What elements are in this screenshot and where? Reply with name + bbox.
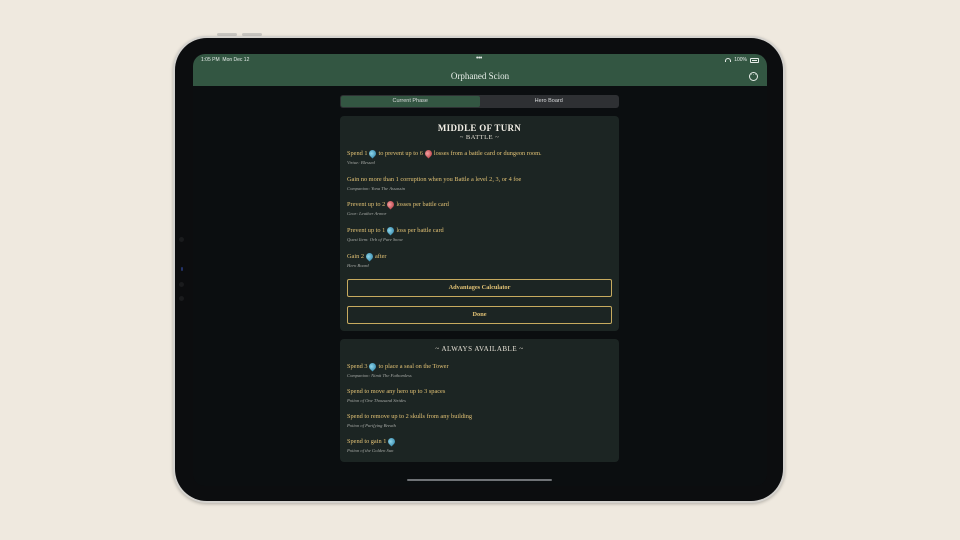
advantage-item[interactable]: Gain no more than 1 corruption when you … <box>347 176 521 191</box>
wifi-icon <box>725 58 732 62</box>
advantage-text: Spend 1 to prevent up to 6 losses from a… <box>347 148 542 159</box>
multitask-dots-icon[interactable]: ••• <box>476 55 482 62</box>
advantage-item[interactable]: Spend to move any hero up to 3 spaces Po… <box>347 388 445 403</box>
spirit-gem-icon <box>368 148 378 159</box>
nav-bar: Orphaned Scion ··· <box>193 66 767 86</box>
camera-dot <box>179 282 184 287</box>
tab-current-phase[interactable]: Current Phase <box>341 96 480 107</box>
advantage-text: Prevent up to 1 loss per battle card <box>347 225 444 236</box>
status-time: 1:05 PM Mon Dec 12 <box>201 57 250 63</box>
advantage-text: Spend to gain 1 <box>347 436 397 447</box>
advantage-source: Virtue: Blessed <box>347 160 375 165</box>
advantage-source: Companion: Nimit The Fathomless <box>347 373 412 378</box>
battery-percent: 100% <box>734 57 747 63</box>
advantage-text: Gain no more than 1 corruption when you … <box>347 176 522 183</box>
advantage-text: Spend 3 to place a seal on the Tower <box>347 361 449 372</box>
advantage-item[interactable]: Spend to remove up to 2 skulls from any … <box>347 413 472 428</box>
phase-card: MIDDLE OF TURN ~ BATTLE ~ Spend 1 to pre… <box>340 116 619 331</box>
tab-hero-board[interactable]: Hero Board <box>480 96 619 107</box>
advantage-source: Companion: Yona The Assassin <box>347 186 406 191</box>
camera-dot <box>179 237 184 242</box>
advantage-item[interactable]: Gain 2 after Hero Board <box>347 251 387 268</box>
advantage-source: Potion of One Thousand Strides <box>347 398 406 403</box>
battery-icon <box>750 57 759 63</box>
ellipsis-circle-icon[interactable]: ··· <box>749 72 758 81</box>
page-title: Orphaned Scion <box>450 71 510 81</box>
segmented-control: Current Phase Hero Board <box>340 95 619 108</box>
advantage-text: Spend to move any hero up to 3 spaces <box>347 388 446 395</box>
spirit-gem-icon <box>385 225 396 236</box>
home-indicator[interactable] <box>407 479 552 481</box>
spirit-gem-icon <box>386 436 397 447</box>
advantage-item[interactable]: Prevent up to 2 losses per battle card G… <box>347 199 449 216</box>
advantage-text: Spend to remove up to 2 skulls from any … <box>347 413 473 420</box>
health-gem-icon <box>423 148 434 159</box>
status-bar: 1:05 PM Mon Dec 12 ••• 100% <box>193 54 767 66</box>
camera-dot <box>179 296 184 301</box>
phase-subtitle: ~ BATTLE ~ <box>459 134 500 141</box>
spirit-gem-icon <box>368 361 378 372</box>
section-title: ~ ALWAYS AVAILABLE ~ <box>435 345 524 353</box>
advantage-text: Prevent up to 2 losses per battle card <box>347 199 449 210</box>
spirit-gem-icon <box>364 251 375 262</box>
sensor-dot <box>181 267 183 271</box>
status-indicators: 100% <box>725 57 759 63</box>
advantage-item[interactable]: Spend to gain 1 Potion of the Golden Sun <box>347 436 397 453</box>
advantage-item[interactable]: Spend 1 to prevent up to 6 losses from a… <box>347 148 542 165</box>
advantage-item[interactable]: Spend 3 to place a seal on the Tower Com… <box>347 361 449 378</box>
advantage-source: Gear: Leather Armor <box>347 211 387 216</box>
phase-title: MIDDLE OF TURN <box>437 123 522 133</box>
advantage-source: Potion of Purifying Breath <box>347 423 396 428</box>
health-gem-icon <box>385 199 396 210</box>
advantage-source: Hero Board <box>347 263 369 268</box>
app-screen: 1:05 PM Mon Dec 12 ••• 100% Orphaned Sci… <box>193 54 767 486</box>
always-available-card: ~ ALWAYS AVAILABLE ~ Spend 3 to place a … <box>340 339 619 462</box>
advantages-calculator-button[interactable]: Advantages Calculator <box>347 279 612 297</box>
done-button[interactable]: Done <box>347 306 612 324</box>
advantage-item[interactable]: Prevent up to 1 loss per battle card Que… <box>347 225 444 242</box>
advantage-source: Quest Item: Orb of Pure Snow <box>347 237 403 242</box>
advantage-text: Gain 2 after <box>347 251 387 262</box>
advantage-source: Potion of the Golden Sun <box>347 448 394 453</box>
